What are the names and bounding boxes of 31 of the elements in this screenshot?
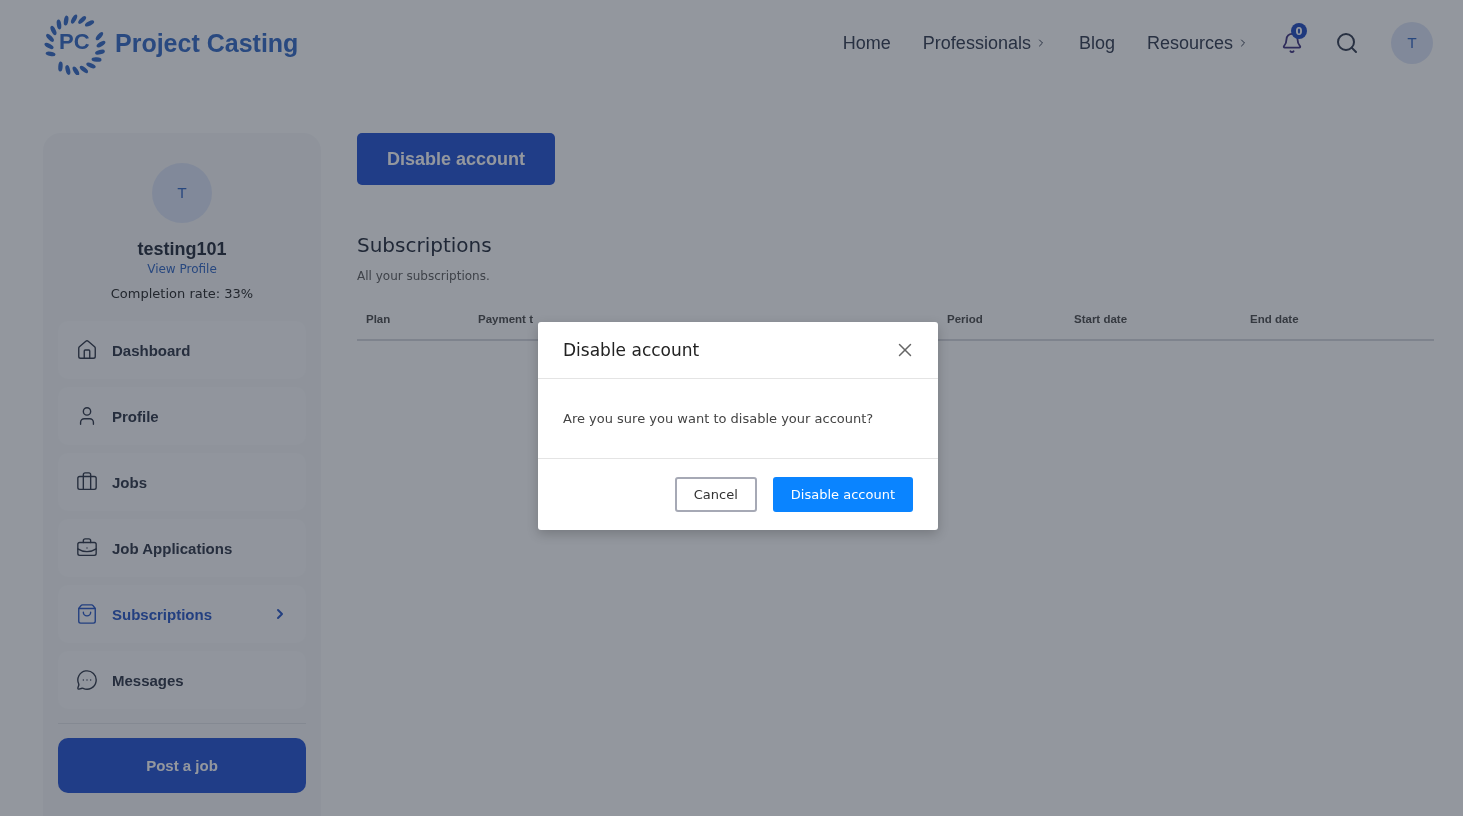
- column-header: Start date: [1074, 313, 1129, 325]
- column-header: Period: [947, 313, 984, 325]
- nav-link[interactable]: Resources: [1146, 32, 1249, 54]
- cancel-button[interactable]: Cancel: [674, 477, 757, 512]
- nav-link[interactable]: Home: [842, 32, 891, 54]
- completion-rate: Completion rate: 33%: [110, 286, 254, 301]
- column-header: Plan: [366, 313, 392, 325]
- brand-name: Project Casting: [115, 28, 299, 58]
- section-subtitle: All your subscriptions.: [357, 269, 490, 283]
- dialog-title: Disable account: [563, 340, 700, 360]
- nav-link[interactable]: Professionals: [922, 32, 1047, 54]
- laurel-logo-icon: [43, 11, 107, 75]
- notification-count: 0: [1291, 23, 1307, 39]
- disable-account-button[interactable]: Disable account: [357, 133, 556, 185]
- view-profile-link[interactable]: View Profile: [147, 262, 217, 276]
- house-icon: [76, 339, 98, 361]
- profile-avatar: T: [152, 163, 212, 223]
- chat-bubble-icon: [76, 669, 98, 691]
- column-header: End date: [1250, 313, 1300, 325]
- search-icon[interactable]: [1335, 31, 1359, 55]
- dialog-message: Are you sure you want to disable your account?: [563, 411, 874, 426]
- user-avatar[interactable]: T: [1391, 22, 1433, 64]
- nav-link[interactable]: Blog: [1078, 32, 1115, 54]
- post-job-button[interactable]: Post a job: [58, 738, 306, 793]
- shopping-bag-icon: [76, 603, 98, 625]
- confirm-button[interactable]: Disable account: [772, 477, 913, 512]
- column-header: Payment t: [478, 313, 534, 325]
- briefcase-icon: [76, 471, 98, 493]
- username: testing101: [137, 239, 227, 260]
- logo-initials: PC: [59, 29, 90, 55]
- section-title: Subscriptions: [357, 233, 492, 257]
